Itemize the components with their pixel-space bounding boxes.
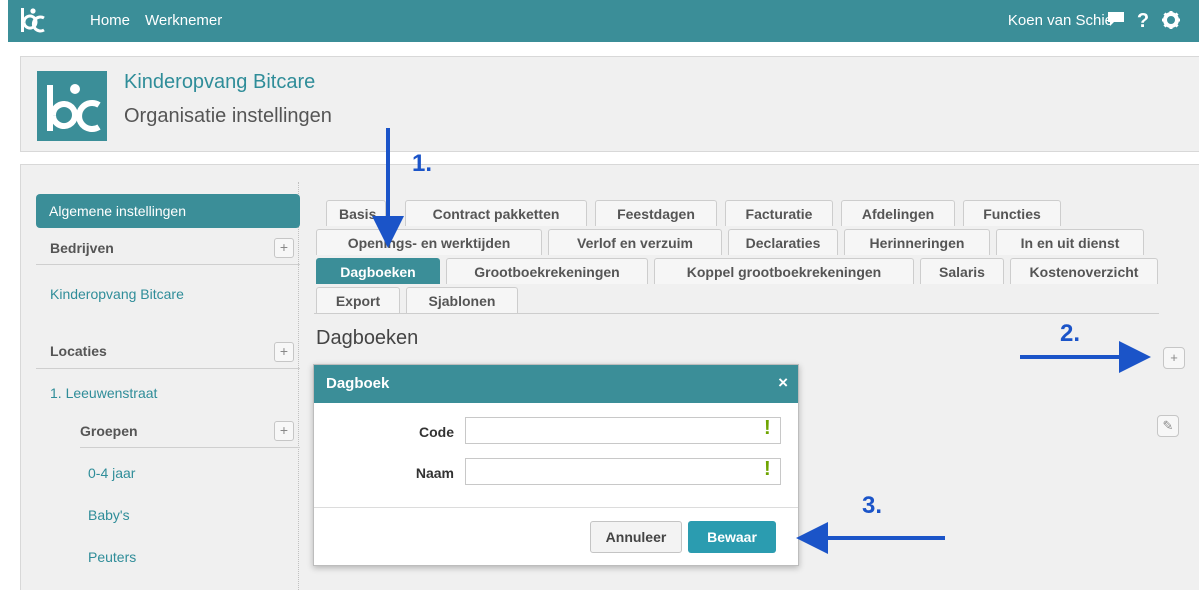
add-locatie-button[interactable]: + [274,342,294,362]
cancel-button[interactable]: Annuleer [590,521,682,553]
tab-feestdagen[interactable]: Feestdagen [595,200,717,226]
gear-icon[interactable] [1160,10,1182,32]
sidebar-heading-locaties: Locaties [50,343,107,359]
add-groep-button[interactable]: + [274,421,294,441]
required-indicator-icon: ! [764,458,771,480]
sidebar-divider-line [36,264,300,265]
tab-sjablonen[interactable]: Sjablonen [406,287,518,313]
tab-salaris[interactable]: Salaris [920,258,1004,284]
sidebar-item-group[interactable]: Peuters [88,549,136,565]
edit-icon[interactable]: ✎ [1157,415,1179,437]
page-subtitle: Organisatie instellingen [124,105,332,127]
code-label: Code [419,424,454,440]
sidebar-heading-groepen: Groepen [80,423,138,439]
code-field[interactable] [465,417,781,444]
top-navigation-bar: Home Werknemer Koen van Schie ? [8,0,1199,42]
sidebar-heading-bedrijven: Bedrijven [50,240,114,256]
tab-declaraties[interactable]: Declaraties [728,229,838,255]
organisation-header: Kinderopvang Bitcare Organisatie instell… [20,56,1199,152]
sidebar-divider [298,182,299,590]
annotation-step-2: 2. [1060,320,1081,347]
required-indicator-icon: ! [764,417,771,439]
naam-label: Naam [415,465,454,481]
tab-dagboeken[interactable]: Dagboeken [316,258,440,284]
tab-basis[interactable]: Basis [326,200,386,226]
annotation-step-3: 3. [862,492,883,519]
sidebar-item-group[interactable]: Baby's [88,507,130,523]
help-icon[interactable]: ? [1132,10,1154,32]
tab-export[interactable]: Export [316,287,400,313]
tab-afdelingen[interactable]: Afdelingen [841,200,955,226]
sidebar-item-company[interactable]: Kinderopvang Bitcare [50,286,184,302]
save-button[interactable]: Bewaar [688,521,776,553]
sidebar-item-algemene-instellingen[interactable]: Algemene instellingen [36,194,300,228]
tab-contract-pakketten[interactable]: Contract pakketten [405,200,587,226]
tab-facturatie[interactable]: Facturatie [725,200,833,226]
tab-openings-en-werktijden[interactable]: Openings- en werktijden [316,229,542,255]
tab-herinneringen[interactable]: Herinneringen [844,229,990,255]
sidebar-divider-line [80,447,300,448]
section-title: Dagboeken [316,327,419,349]
tab-in-en-uit-dienst[interactable]: In en uit dienst [996,229,1144,255]
annotation-step-1: 1. [412,150,433,177]
tab-grootboekrekeningen[interactable]: Grootboekrekeningen [446,258,648,284]
dialog-title: Dagboek [326,375,390,392]
organisation-name: Kinderopvang Bitcare [124,71,316,93]
tab-koppel-grootboekrekeningen[interactable]: Koppel grootboekrekeningen [654,258,914,284]
naam-field[interactable] [465,458,781,485]
nav-home-link[interactable]: Home [90,0,130,42]
nav-werknemer-link[interactable]: Werknemer [145,0,222,42]
tab-verlof-en-verzuim[interactable]: Verlof en verzuim [548,229,722,255]
tab-kostenoverzicht[interactable]: Kostenoverzicht [1010,258,1158,284]
tab-functies[interactable]: Functies [963,200,1061,226]
dagboek-dialog: Dagboek × Code ! Naam ! Annuleer Bewaar [313,364,799,566]
user-name-link[interactable]: Koen van Schie [1008,0,1113,42]
organisation-logo-icon [37,71,107,141]
app-logo-icon[interactable] [18,6,46,36]
chat-icon[interactable] [1105,10,1127,32]
dialog-header: Dagboek × [314,365,798,403]
add-bedrijf-button[interactable]: + [274,238,294,258]
sidebar-item-group[interactable]: 0-4 jaar [88,465,135,481]
sidebar-item-location[interactable]: 1. Leeuwenstraat [50,385,157,401]
sidebar-divider-line [36,368,300,369]
close-icon[interactable]: × [778,373,788,393]
dialog-footer-divider [314,507,798,508]
add-dagboek-button[interactable]: + [1163,347,1185,369]
tabs-baseline [314,313,1159,314]
